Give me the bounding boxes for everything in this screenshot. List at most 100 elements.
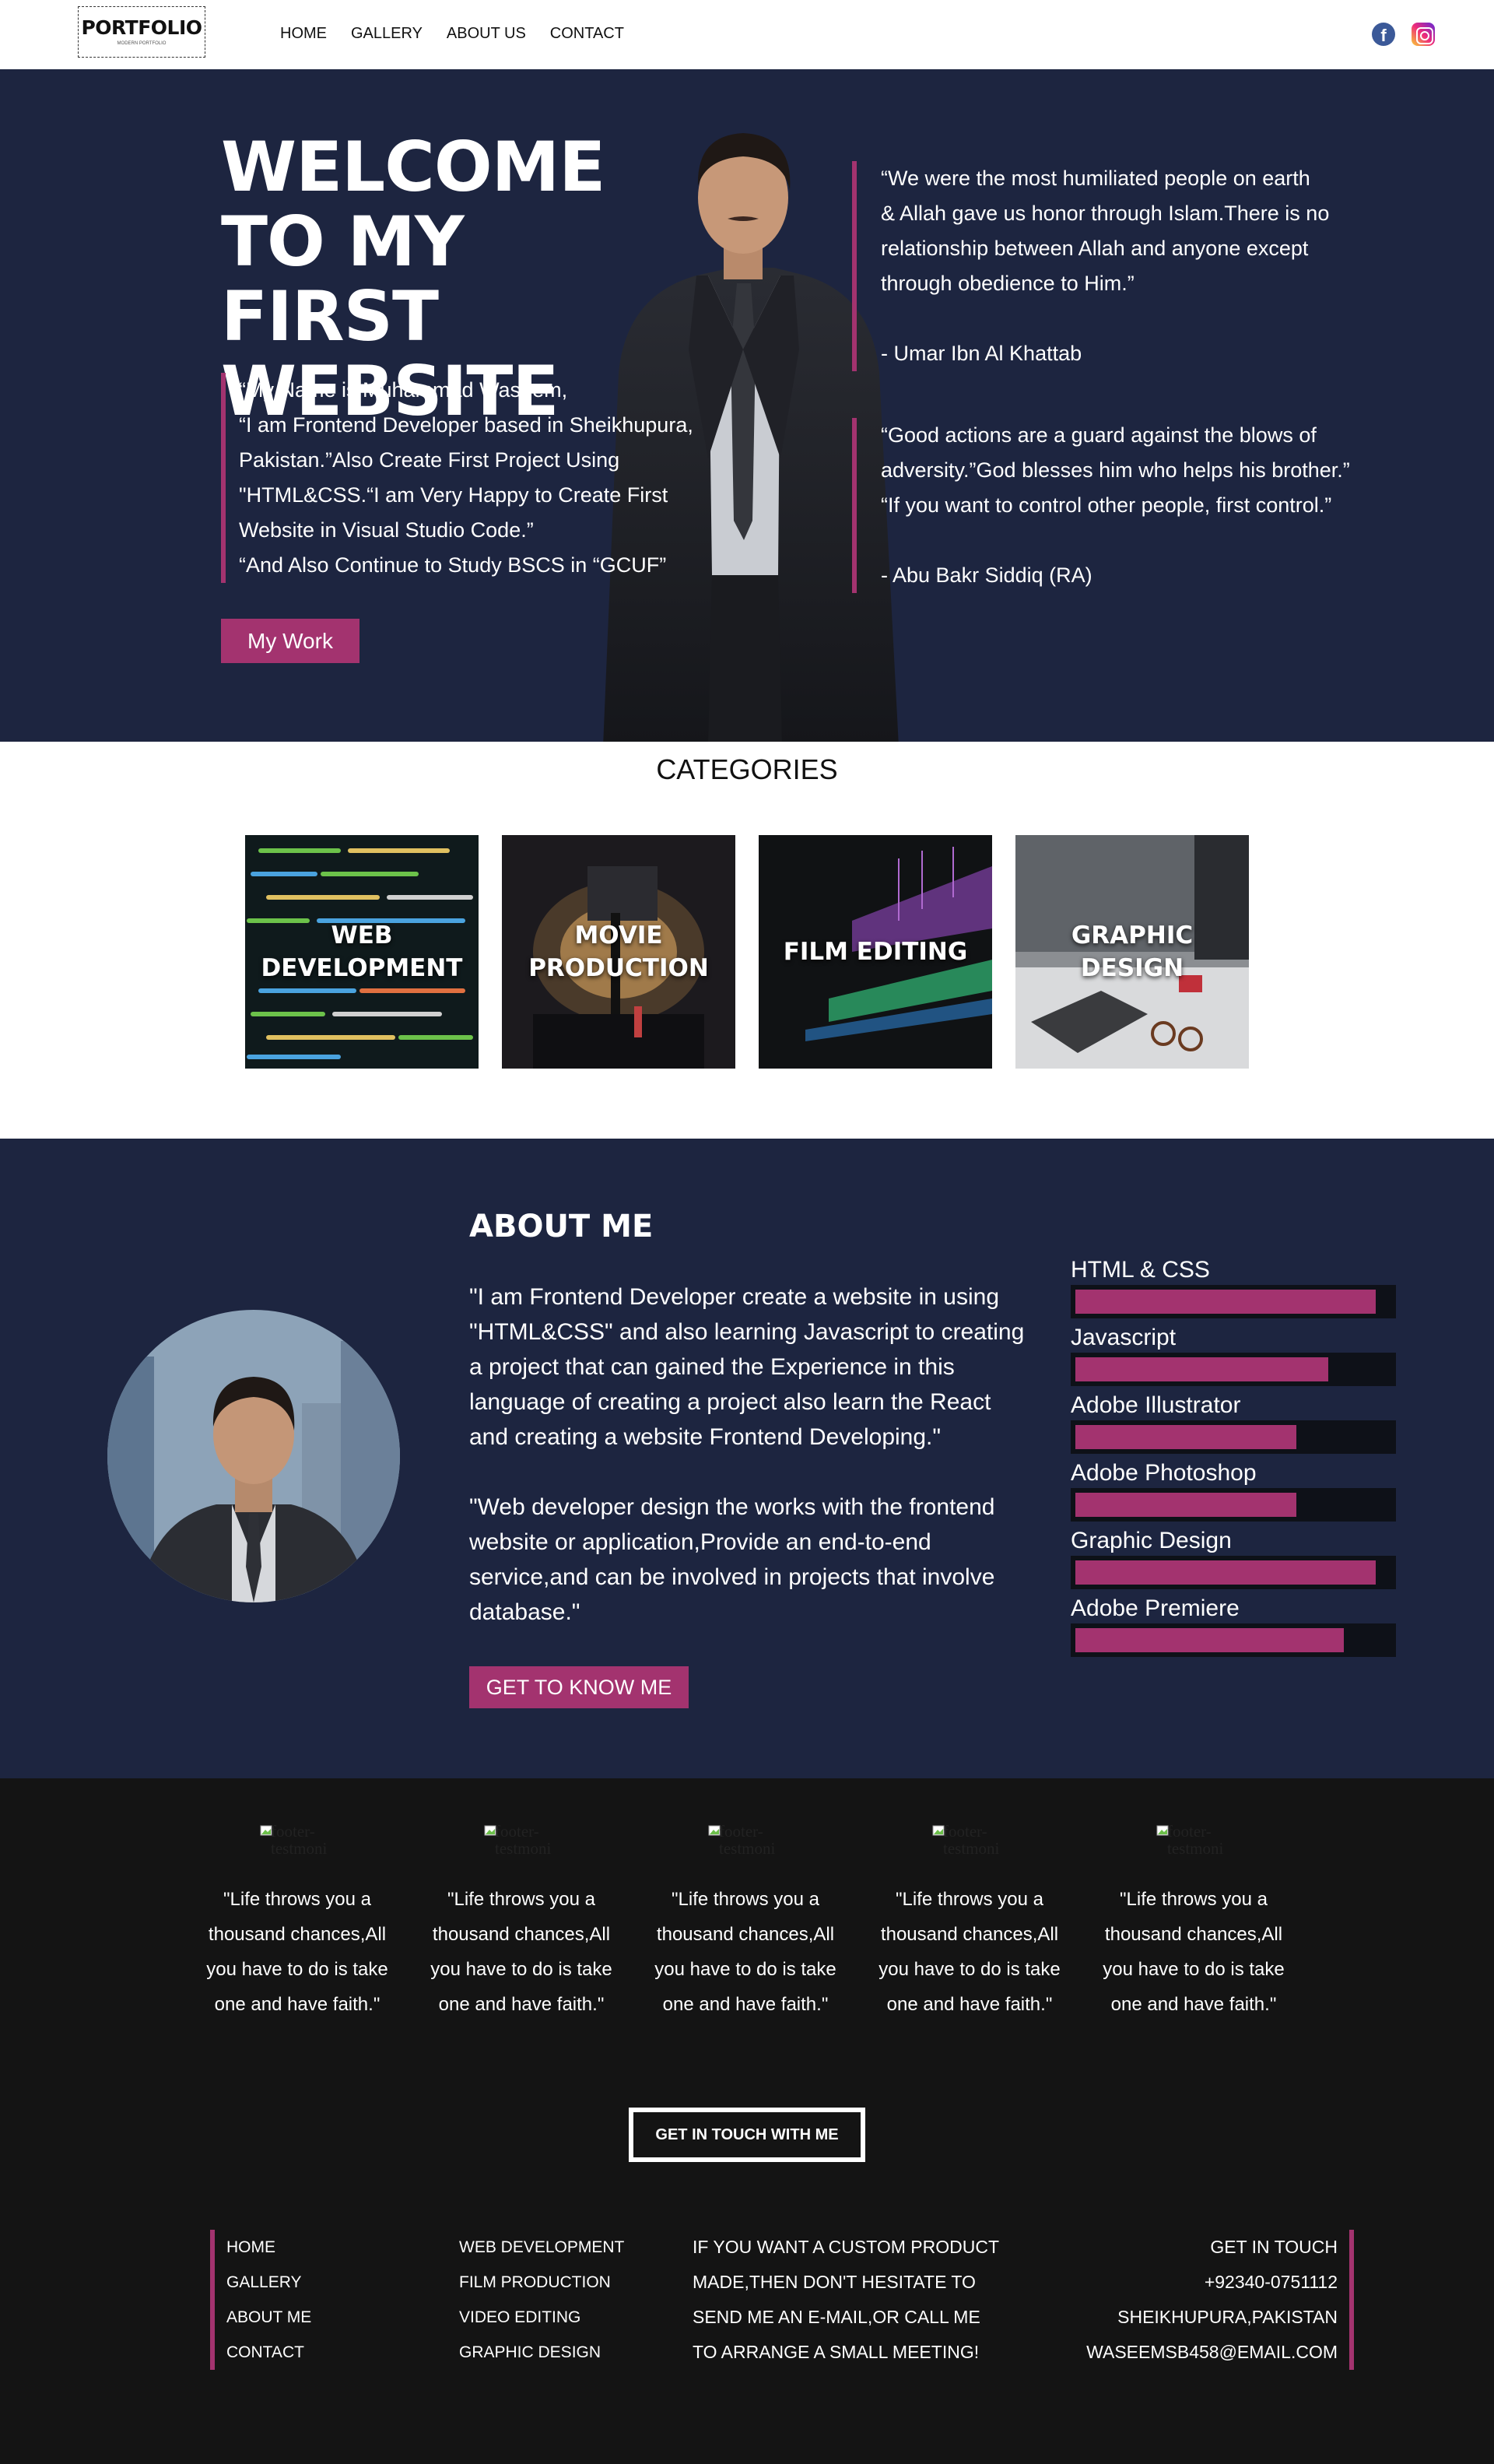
- footer-email[interactable]: WASEEMSB458@EMAIL.COM: [1058, 2335, 1338, 2370]
- testimonial-image-broken: footer-testmoni: [484, 1823, 554, 1860]
- nav-link-contact[interactable]: CONTACT: [550, 25, 624, 43]
- skill-bar-fill: [1075, 1628, 1345, 1652]
- quote-line: relationship between Allah and anyone ex…: [881, 237, 1309, 260]
- footer-link-video-editing[interactable]: VIDEO EDITING: [459, 2300, 624, 2335]
- footer-link-home[interactable]: HOME: [226, 2230, 311, 2265]
- instagram-icon[interactable]: [1412, 23, 1435, 46]
- footer-contact-info: GET IN TOUCH +92340-0751112 SHEIKHUPURA,…: [1058, 2230, 1354, 2370]
- footer-phone: +92340-0751112: [1204, 2272, 1338, 2292]
- footer-location: SHEIKHUPURA,PAKISTAN: [1117, 2307, 1338, 2327]
- about-heading: ABOUT ME: [469, 1209, 654, 1244]
- skill-adobe-illustrator: Adobe Illustrator: [1071, 1391, 1398, 1454]
- skill-html-css: HTML & CSS: [1071, 1255, 1398, 1318]
- skill-bar-fill: [1075, 1425, 1297, 1449]
- skill-name: Adobe Premiere: [1071, 1595, 1240, 1621]
- nav-link-gallery[interactable]: GALLERY: [351, 25, 423, 43]
- skill-name: Javascript: [1071, 1325, 1177, 1350]
- about-paragraph-2: "Web developer design the works with the…: [469, 1494, 995, 1625]
- intro-line: “And Also Continue to Study BSCS in “GCU…: [239, 553, 667, 577]
- skill-bar-fill: [1075, 1290, 1376, 1314]
- footer-link-about-me[interactable]: ABOUT ME: [226, 2300, 311, 2335]
- footer-link-gallery[interactable]: GALLERY: [226, 2265, 311, 2300]
- skill-name: Adobe Photoshop: [1071, 1460, 1257, 1486]
- quote-line: [881, 523, 1358, 558]
- footer-link-graphic-design[interactable]: GRAPHIC DESIGN: [459, 2335, 624, 2370]
- quote-author: - Abu Bakr Siddiq (RA): [881, 563, 1092, 587]
- footer-service-links: WEB DEVELOPMENT FILM PRODUCTION VIDEO ED…: [459, 2230, 624, 2370]
- footer-message-line: MADE,THEN DON'T HESITATE TO: [693, 2272, 976, 2292]
- logo-text: PORTFOLIO: [81, 16, 202, 39]
- footer-link-contact[interactable]: CONTACT: [226, 2335, 311, 2370]
- testimonial-image-alt: footer-testmoni: [719, 1822, 776, 1858]
- hero-section: WELCOME TO MY FIRST WEBSITE “My Name is …: [0, 69, 1494, 742]
- skill-graphic-design: Graphic Design: [1071, 1526, 1398, 1589]
- category-label: GRAPHIC DESIGN: [1071, 921, 1194, 982]
- testimonial-image-broken: footer-testmoni: [932, 1823, 1002, 1860]
- my-work-button[interactable]: My Work: [221, 619, 359, 663]
- testimonial-item: footer-testmoni "Life throws you a thous…: [204, 1823, 391, 2022]
- skill-javascript: Javascript: [1071, 1323, 1398, 1386]
- quote-line: adversity.”God blesses him who helps his…: [881, 458, 1350, 482]
- category-card-graphic-design[interactable]: GRAPHIC DESIGN: [1015, 835, 1249, 1069]
- categories-heading: CATEGORIES: [656, 753, 838, 785]
- portfolio-logo[interactable]: PORTFOLIO MODERN PORTFOLIO: [78, 6, 205, 58]
- top-navbar: PORTFOLIO MODERN PORTFOLIO HOME GALLERY …: [0, 0, 1494, 69]
- testimonial-image-broken: footer-testmoni: [1156, 1823, 1226, 1860]
- skill-bar: [1071, 1285, 1396, 1318]
- hero-title-line: TO MY FIRST: [221, 202, 465, 356]
- intro-line: Pakistan.”Also Create First Project Usin…: [239, 448, 620, 472]
- category-card-web-development[interactable]: WEB DEVELOPMENT: [245, 835, 479, 1069]
- skill-adobe-photoshop: Adobe Photoshop: [1071, 1458, 1398, 1522]
- nav-links: HOME GALLERY ABOUT US CONTACT: [280, 25, 648, 43]
- skill-bar: [1071, 1488, 1396, 1522]
- testimonial-image-alt: footer-testmoni: [943, 1822, 1000, 1858]
- get-in-touch-button[interactable]: GET IN TOUCH WITH ME: [629, 2108, 865, 2162]
- category-card-movie-production[interactable]: MOVIE PRODUCTION: [502, 835, 735, 1069]
- about-paragraph-1: "I am Frontend Developer create a websit…: [469, 1284, 1025, 1450]
- nav-link-home[interactable]: HOME: [280, 25, 327, 43]
- footer-contact-heading: GET IN TOUCH: [1210, 2237, 1338, 2257]
- skill-adobe-premiere: Adobe Premiere: [1071, 1594, 1398, 1657]
- testimonial-image-alt: footer-testmoni: [1167, 1822, 1224, 1858]
- skill-bar: [1071, 1556, 1396, 1589]
- testimonial-text: "Life throws you a thousand chances,All …: [654, 1889, 836, 2015]
- nav-link-about-us[interactable]: ABOUT US: [447, 25, 526, 43]
- intro-line: “I am Frontend Developer based in Sheikh…: [239, 413, 693, 437]
- skill-name: HTML & CSS: [1071, 1257, 1210, 1283]
- quote-line: “Good actions are a guard against the bl…: [881, 423, 1317, 447]
- footer-section: footer-testmoni "Life throws you a thous…: [0, 1778, 1494, 2464]
- skill-bar: [1071, 1353, 1396, 1386]
- quote-abu-bakr: “Good actions are a guard against the bl…: [852, 418, 1358, 593]
- testimonial-image-alt: footer-testmoni: [271, 1822, 328, 1858]
- quote-line: through obedience to Him.”: [881, 272, 1135, 295]
- category-label: WEB DEVELOPMENT: [261, 921, 463, 982]
- footer-link-film-production[interactable]: FILM PRODUCTION: [459, 2265, 624, 2300]
- get-to-know-me-button[interactable]: GET TO KNOW ME: [469, 1666, 689, 1708]
- footer-message-line: TO ARRANGE A SMALL MEETING!: [693, 2342, 980, 2362]
- quote-line: & Allah gave us honor through Islam.Ther…: [881, 202, 1330, 225]
- category-card-film-editing[interactable]: FILM EDITING: [759, 835, 992, 1069]
- intro-line: “My Name is Muhammad Waseem,: [239, 378, 568, 402]
- skill-name: Graphic Design: [1071, 1528, 1232, 1553]
- testimonial-image-broken: footer-testmoni: [260, 1823, 330, 1860]
- testimonial-text: "Life throws you a thousand chances,All …: [430, 1889, 612, 2015]
- testimonial-text: "Life throws you a thousand chances,All …: [1103, 1889, 1285, 2015]
- skill-bar-fill: [1075, 1560, 1376, 1585]
- testimonial-image-broken: footer-testmoni: [708, 1823, 778, 1860]
- logo-subtext: MODERN PORTFOLIO: [117, 41, 167, 46]
- quote-line: “If you want to control other people, fi…: [881, 493, 1332, 517]
- skill-bar-fill: [1075, 1357, 1328, 1381]
- footer-message-line: SEND ME AN E-MAIL,OR CALL ME: [693, 2307, 980, 2327]
- facebook-icon[interactable]: f: [1372, 23, 1395, 46]
- skill-bar: [1071, 1623, 1396, 1657]
- category-label: FILM EDITING: [783, 938, 968, 966]
- testimonial-text: "Life throws you a thousand chances,All …: [206, 1889, 388, 2015]
- about-text: "I am Frontend Developer create a websit…: [469, 1279, 1029, 1630]
- quote-line: “We were the most humiliated people on e…: [881, 167, 1310, 190]
- quote-umar: “We were the most humiliated people on e…: [852, 161, 1358, 371]
- quote-line: [881, 301, 1358, 336]
- footer-nav-links: HOME GALLERY ABOUT ME CONTACT: [210, 2230, 311, 2370]
- testimonial-image-alt: footer-testmoni: [495, 1822, 552, 1858]
- profile-photo: [107, 1310, 400, 1602]
- footer-link-web-development[interactable]: WEB DEVELOPMENT: [459, 2230, 624, 2265]
